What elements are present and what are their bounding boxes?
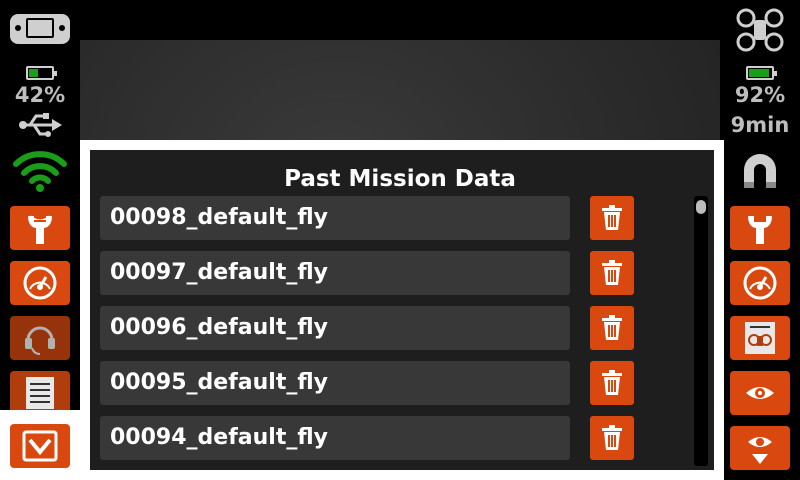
headset-icon: [25, 326, 55, 355]
trash-icon: [602, 260, 622, 285]
controller-battery-icon: [26, 66, 57, 80]
scrollbar-thumb[interactable]: [696, 200, 706, 214]
drone-icon: [736, 8, 784, 56]
mission-name: 00094_default_fly: [110, 425, 328, 450]
mission-dialog: Past Mission Data 00098_default_fly 0009…: [80, 140, 724, 480]
headset-button[interactable]: [10, 316, 70, 360]
drone-battery-fill: [749, 69, 769, 77]
controller-battery-percent: 42%: [14, 83, 66, 107]
controller-battery-fill: [29, 69, 38, 77]
mission-row[interactable]: 00096_default_fly: [100, 306, 570, 350]
trash-icon: [602, 205, 622, 230]
mission-row[interactable]: 00098_default_fly: [100, 196, 570, 240]
selected-tab-highlight: [0, 410, 80, 480]
wrench-icon: [748, 216, 772, 244]
wifi-icon: [12, 148, 68, 196]
delete-mission-button[interactable]: [590, 416, 634, 460]
settings-button[interactable]: [10, 206, 70, 250]
gauge-icon: [743, 266, 777, 300]
magnet-icon: [738, 150, 782, 198]
trash-icon: [602, 425, 622, 450]
eye-arrows-icon: [746, 387, 774, 399]
log-button[interactable]: [10, 371, 70, 415]
drone-battery-icon: [746, 66, 777, 80]
delete-mission-button[interactable]: [590, 196, 634, 240]
gauge-icon: [23, 266, 57, 300]
mission-name: 00095_default_fly: [110, 370, 328, 395]
delete-mission-button[interactable]: [590, 361, 634, 405]
mission-name: 00096_default_fly: [110, 315, 328, 340]
delete-mission-button[interactable]: [590, 251, 634, 295]
chevron-down-icon: [22, 430, 58, 462]
drone-settings-icon: [745, 322, 775, 354]
right-sidebar: 92% 9min: [720, 0, 800, 480]
mission-list-scrollbar[interactable]: [694, 196, 708, 466]
usb-icon: [18, 112, 62, 142]
document-icon: [26, 377, 54, 409]
dialog-title: Past Mission Data: [284, 166, 516, 192]
mission-row[interactable]: 00095_default_fly: [100, 361, 570, 405]
gamepad-icon: [8, 10, 72, 52]
gauge-button[interactable]: [10, 261, 70, 305]
right-settings-button[interactable]: [730, 206, 790, 250]
mission-name: 00098_default_fly: [110, 205, 328, 230]
mission-name: 00097_default_fly: [110, 260, 328, 285]
mission-row[interactable]: 00097_default_fly: [100, 251, 570, 295]
flight-time: 9min: [730, 113, 790, 137]
mission-row[interactable]: 00094_default_fly: [100, 416, 570, 460]
trash-icon: [602, 370, 622, 395]
left-sidebar: 42%: [0, 0, 80, 480]
trash-icon: [602, 315, 622, 340]
mission-data-button[interactable]: [10, 424, 70, 468]
delete-mission-button[interactable]: [590, 306, 634, 350]
right-gauge-button[interactable]: [730, 261, 790, 305]
eye-down-icon: [748, 437, 772, 464]
wrench-icon: [28, 214, 52, 244]
view-down-button[interactable]: [730, 426, 790, 470]
drone-battery-percent: 92%: [734, 83, 786, 107]
view-mode-button[interactable]: [730, 371, 790, 415]
mission-dialog-body: Past Mission Data 00098_default_fly 0009…: [90, 150, 714, 470]
drone-settings-button[interactable]: [730, 316, 790, 360]
